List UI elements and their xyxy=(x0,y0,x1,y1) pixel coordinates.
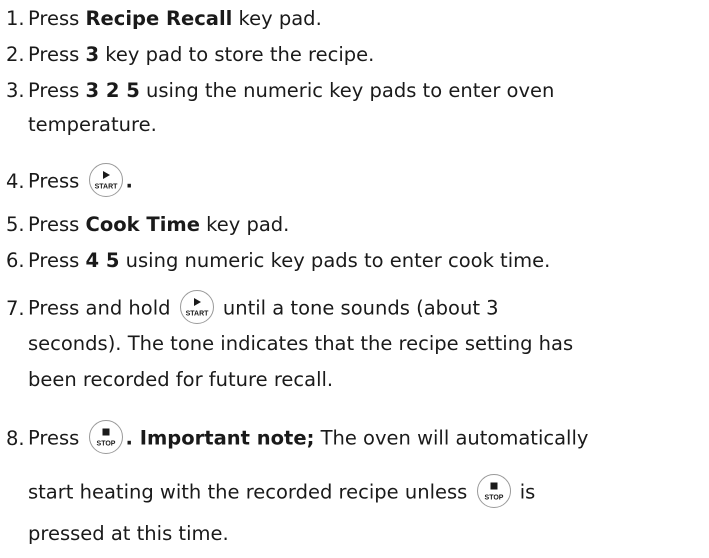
step-number: 8. xyxy=(6,426,25,450)
step-8-continuation-2: pressed at this time. xyxy=(28,522,229,545)
step-8-continuation: start heating with the recorded recipe u… xyxy=(28,473,536,511)
start-key-label: START xyxy=(185,311,209,318)
key-name: Recipe Recall xyxy=(85,7,233,30)
stop-key-graphic: STOP xyxy=(88,420,123,454)
step-text: start heating with the recorded recipe u… xyxy=(28,480,474,504)
step-number: 2. xyxy=(6,43,25,66)
key-name: 3 2 5 xyxy=(85,79,140,102)
key-name: 3 xyxy=(85,43,100,66)
start-key-graphic: START xyxy=(88,163,123,197)
step-number: 6. xyxy=(6,249,25,272)
step-number: 1. xyxy=(6,7,25,30)
stop-key-icon: STOP xyxy=(88,419,124,455)
stop-key-label: STOP xyxy=(96,441,115,448)
step-text: Press xyxy=(28,79,86,102)
step-text: Press and hold xyxy=(28,296,177,320)
step-1: 1. Press Recipe Recall key pad. xyxy=(6,7,703,31)
step-text: Press xyxy=(28,213,86,236)
step-text: Press xyxy=(28,169,86,193)
step-text: until a tone sounds (about 3 xyxy=(216,296,499,320)
step-text: The oven will automatically xyxy=(314,426,589,450)
step-4: 4. Press START. xyxy=(6,162,703,200)
step-2: 2. Press 3 key pad to store the recipe. xyxy=(6,43,703,67)
start-key-label: START xyxy=(94,184,118,191)
step-number: 3. xyxy=(6,79,25,102)
step-5: 5. Press Cook Time key pad. xyxy=(6,213,703,237)
step-text: Press xyxy=(28,7,86,30)
step-text: . xyxy=(125,169,133,193)
start-key-icon: START xyxy=(179,289,215,325)
step-text: key pad. xyxy=(232,7,322,30)
step-number: 4. xyxy=(6,169,25,193)
stop-key-icon: STOP xyxy=(476,473,512,509)
step-7-continuation: seconds). The tone indicates that the re… xyxy=(28,332,574,355)
step-text: Press xyxy=(28,426,86,450)
key-name: Cook Time xyxy=(85,213,200,236)
step-7-continuation-2: been recorded for future recall. xyxy=(28,368,334,391)
key-name: 4 5 xyxy=(85,249,120,272)
step-number: 7. xyxy=(6,296,25,320)
step-text: using numeric key pads to enter cook tim… xyxy=(119,249,551,272)
step-text: key pad to store the recipe. xyxy=(99,43,375,66)
step-number: 5. xyxy=(6,213,25,236)
start-key-icon: START xyxy=(88,162,124,198)
step-7: 7. Press and hold START until a tone soun… xyxy=(6,289,703,327)
step-6: 6. Press 4 5 using numeric key pads to en… xyxy=(6,249,703,273)
stop-key-label: STOP xyxy=(484,495,503,502)
start-key-graphic: START xyxy=(179,290,214,324)
step-text: Press xyxy=(28,249,86,272)
step-3-continuation: temperature. xyxy=(28,113,157,136)
step-text: is xyxy=(513,480,536,504)
step-text: key pad. xyxy=(199,213,290,236)
stop-key-graphic: STOP xyxy=(476,474,511,508)
step-text: Press xyxy=(28,43,86,66)
step-text: using the numeric key pads to enter oven xyxy=(139,79,555,102)
step-8: 8. Press STOP . Important note; The oven w… xyxy=(6,419,703,457)
important-note-label: . Important note; xyxy=(125,426,315,450)
step-3: 3. Press 3 2 5 using the numeric key pads… xyxy=(6,79,703,103)
